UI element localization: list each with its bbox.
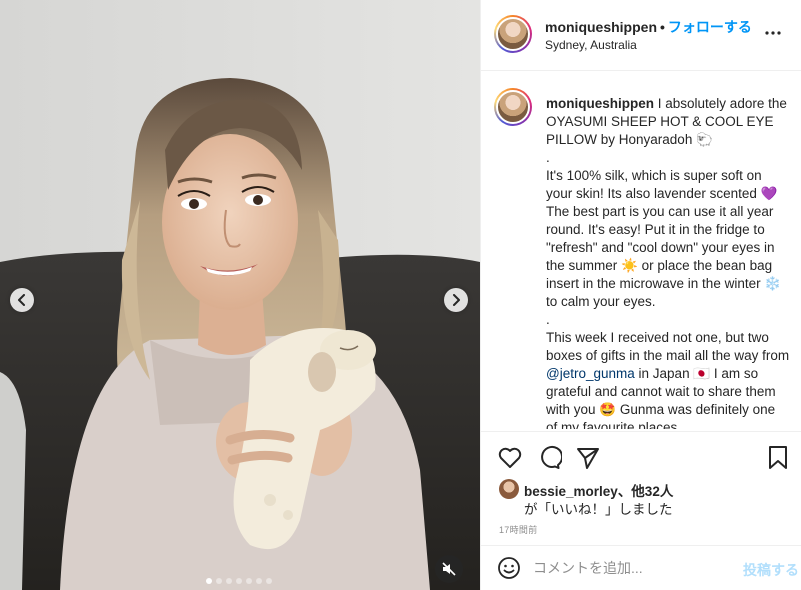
likes-others-link[interactable]: 、他32人	[618, 484, 674, 499]
post-sidebar: moniqueshippen • フォローする Sydney, Australia …	[480, 0, 801, 590]
liker-avatar[interactable]	[499, 479, 519, 499]
carousel-dot	[226, 578, 232, 584]
carousel-dot	[256, 578, 262, 584]
more-options-icon[interactable]	[764, 24, 782, 42]
carousel-dot	[246, 578, 252, 584]
carousel-next-button[interactable]	[444, 288, 468, 312]
carousel-dot	[266, 578, 272, 584]
heart-icon[interactable]	[497, 445, 523, 471]
mute-toggle-button[interactable]	[435, 555, 463, 583]
share-icon[interactable]	[575, 445, 601, 471]
avatar[interactable]	[494, 15, 532, 53]
carousel-dot	[216, 578, 222, 584]
bookmark-icon[interactable]	[766, 445, 790, 471]
location-link[interactable]: Sydney, Australia	[545, 38, 637, 52]
mention-link[interactable]: @jetro_gunma	[546, 366, 635, 381]
instagram-post-view: moniqueshippen • フォローする Sydney, Australia …	[0, 0, 801, 590]
caption-paragraph: This week I received not one, but two bo…	[546, 329, 790, 429]
comment-input[interactable]	[533, 555, 733, 581]
carousel-dot	[206, 578, 212, 584]
caption-scroll-area[interactable]: moniqueshippen I absolutely adore the OY…	[481, 71, 801, 429]
post-caption: moniqueshippen I absolutely adore the OY…	[546, 95, 790, 429]
avatar[interactable]	[494, 88, 532, 126]
liker-username-link[interactable]: bessie_morley	[524, 484, 618, 499]
speaker-muted-icon	[442, 562, 456, 576]
username-link[interactable]: moniqueshippen	[545, 19, 657, 35]
post-timestamp[interactable]: 17時間前	[499, 523, 538, 536]
chevron-left-icon	[18, 294, 25, 306]
caption-dot: .	[546, 312, 550, 327]
likes-suffix: が「いいね！」しました	[524, 502, 673, 517]
post-header: moniqueshippen • フォローする Sydney, Australia	[481, 0, 801, 71]
follow-button[interactable]: フォローする	[668, 19, 752, 35]
caption-dot: .	[546, 150, 550, 165]
caption-paragraph: It's 100% silk, which is super soft on y…	[546, 168, 782, 309]
caption-text: This week I received not one, but two bo…	[546, 330, 790, 363]
add-comment-bar: 投稿する	[481, 545, 801, 590]
caption-username-link[interactable]: moniqueshippen	[546, 96, 654, 111]
header-user-line: moniqueshippen • フォローする	[545, 17, 752, 37]
post-media[interactable]	[0, 0, 480, 590]
likes-line: bessie_morley、他32人	[524, 480, 673, 500]
carousel-prev-button[interactable]	[10, 288, 34, 312]
caption-paragraph: moniqueshippen I absolutely adore the OY…	[546, 95, 790, 149]
carousel-dots	[206, 578, 272, 584]
chevron-right-icon	[453, 294, 460, 306]
post-comment-button[interactable]: 投稿する	[743, 560, 799, 580]
video-frame	[0, 0, 480, 590]
carousel-dot	[236, 578, 242, 584]
separator-dot: •	[660, 19, 665, 35]
smiley-icon[interactable]	[497, 556, 521, 580]
comment-icon[interactable]	[536, 445, 562, 471]
